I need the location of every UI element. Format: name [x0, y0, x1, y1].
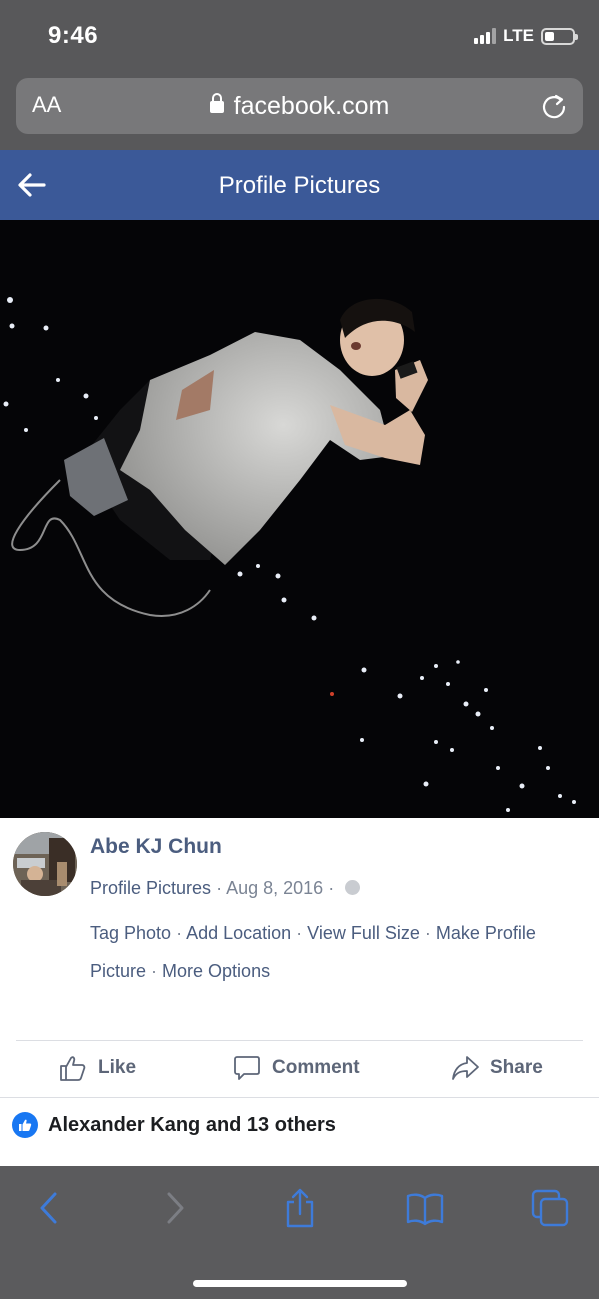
share-icon: [452, 1056, 479, 1080]
browser-toolbar: [0, 1166, 599, 1299]
avatar-image: [13, 832, 77, 896]
comment-label: Comment: [272, 1057, 360, 1078]
comment-button[interactable]: Comment: [232, 1053, 360, 1083]
post-info: Abe KJ Chun Profile Pictures · Aug 8, 20…: [0, 818, 599, 1166]
like-button[interactable]: Like: [58, 1053, 136, 1083]
comment-icon: [234, 1056, 260, 1080]
avatar[interactable]: [13, 832, 77, 896]
bookmarks-icon[interactable]: [405, 1188, 445, 1228]
thumbs-up-icon: [60, 1056, 86, 1081]
network-type: LTE: [503, 26, 534, 45]
status-bar: 9:46 LTE: [0, 0, 599, 72]
photo-options: Tag Photo · Add Location · View Full Siz…: [90, 923, 536, 981]
signal-icon: [474, 28, 497, 44]
reload-icon[interactable]: [539, 91, 569, 121]
tag-photo-link[interactable]: Tag Photo: [90, 923, 171, 943]
back-icon[interactable]: [30, 1188, 70, 1228]
reactions-text: Alexander Kang and 13 others: [48, 1113, 336, 1136]
status-indicators: LTE: [474, 26, 578, 46]
post-meta: Profile Pictures · Aug 8, 2016 ·: [90, 878, 361, 899]
forward-icon[interactable]: [154, 1188, 194, 1228]
status-time: 9:46: [48, 22, 99, 49]
photo-image: [0, 220, 599, 818]
album-link[interactable]: Profile Pictures: [90, 878, 211, 898]
lock-icon: [209, 93, 224, 113]
url-text: facebook.com: [233, 92, 390, 120]
share-sheet-icon[interactable]: [280, 1188, 320, 1228]
page-header: Profile Pictures: [0, 150, 599, 220]
battery-icon: [541, 27, 578, 45]
page-title: Profile Pictures: [218, 172, 381, 199]
tabs-icon[interactable]: [530, 1188, 570, 1228]
like-label: Like: [98, 1057, 137, 1078]
view-full-size-link[interactable]: View Full Size: [307, 923, 420, 943]
author-name[interactable]: Abe KJ Chun: [90, 835, 222, 859]
divider: [0, 1097, 599, 1098]
more-options-link[interactable]: More Options: [162, 961, 270, 981]
share-label: Share: [490, 1057, 543, 1078]
profile-photo[interactable]: [0, 220, 599, 818]
reactions-summary[interactable]: Alexander Kang and 13 others: [12, 1112, 336, 1138]
url-display[interactable]: facebook.com: [16, 92, 583, 121]
globe-icon: [345, 880, 361, 895]
home-indicator[interactable]: [193, 1280, 407, 1287]
like-reaction-icon: [12, 1112, 38, 1138]
share-button[interactable]: Share: [450, 1053, 543, 1083]
post-date[interactable]: Aug 8, 2016: [226, 878, 323, 898]
add-location-link[interactable]: Add Location: [186, 923, 291, 943]
address-bar[interactable]: AA facebook.com: [16, 78, 583, 134]
browser-address-area: AA facebook.com: [0, 72, 599, 150]
action-bar: Like Comment Share: [0, 1041, 599, 1097]
